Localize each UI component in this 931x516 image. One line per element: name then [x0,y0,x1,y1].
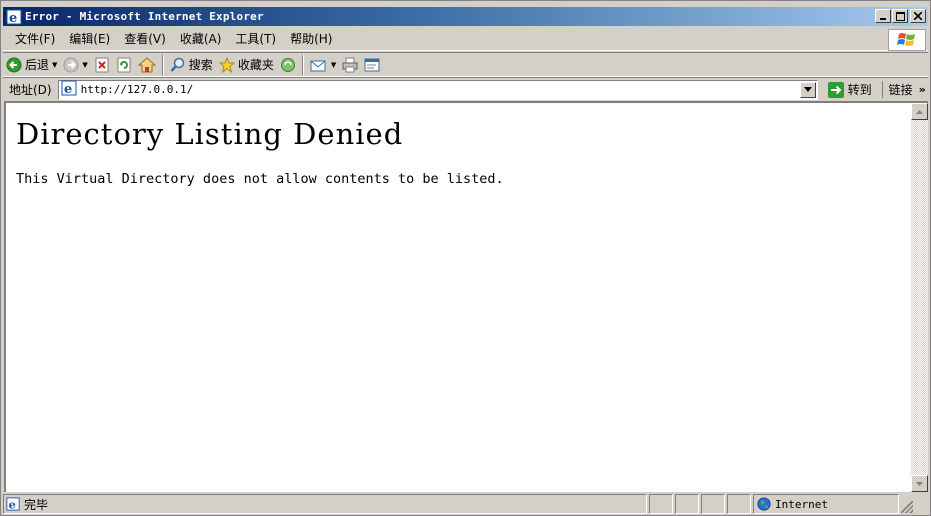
address-bar: 地址(D) e http://127.0.0.1/ 转到 链接 » [3,77,928,101]
go-button[interactable]: 转到 [824,81,876,98]
menu-favorites[interactable]: 收藏(A) [174,30,230,49]
scroll-up-icon [916,109,923,114]
star-icon [218,56,235,73]
svg-text:e: e [9,497,16,511]
address-input[interactable]: e http://127.0.0.1/ [57,79,818,100]
address-value[interactable]: http://127.0.0.1/ [81,83,194,96]
refresh-icon [117,57,131,72]
minimize-button[interactable] [875,9,891,23]
forward-dropdown-icon[interactable]: ▼ [82,61,87,69]
back-dropdown-icon[interactable]: ▼ [52,61,57,69]
favorites-label: 收藏夹 [237,58,274,72]
page-message: This Virtual Directory does not allow co… [16,171,504,187]
window-controls [874,9,926,23]
home-icon [137,56,156,72]
links-label: 链接 [888,83,913,97]
menu-help[interactable]: 帮助(H) [284,30,340,49]
svg-text:e: e [64,82,72,96]
search-icon [170,57,185,72]
stop-icon [95,57,109,72]
menu-file[interactable]: 文件(F) [9,30,63,49]
address-dropdown-button[interactable] [799,81,816,98]
status-cell [727,494,751,514]
maximize-button[interactable] [892,9,908,23]
edit-page-icon [364,58,380,71]
menu-view[interactable]: 查看(V) [118,30,174,49]
forward-button[interactable]: ▼ [60,54,90,76]
mail-icon [310,60,326,71]
minimize-icon [880,18,886,20]
scroll-down-icon [916,481,923,486]
scroll-down-button[interactable] [911,475,928,492]
links-button[interactable]: 链接 » [881,81,926,98]
status-cell [649,494,673,514]
search-button[interactable]: 搜索 [167,54,216,76]
page-done-icon: e [6,497,20,511]
ie-icon: e [6,9,22,25]
status-bar: e 完毕 Internet [3,493,928,515]
refresh-button[interactable] [113,54,135,76]
page-heading: Directory Listing Denied [16,117,404,151]
status-cell [675,494,699,514]
forward-arrow-icon [63,57,79,72]
back-arrow-icon [6,57,22,72]
window-title: Error - Microsoft Internet Explorer [25,10,264,23]
page-icon: e [61,80,77,99]
status-cell [701,494,725,514]
browser-window: e Error - Microsoft Internet Explorer 文件… [0,0,931,516]
toolbar-separator [161,54,164,75]
search-label: 搜索 [188,58,213,72]
status-text: 完毕 [24,497,49,512]
stop-button[interactable] [91,54,113,76]
close-button[interactable] [910,9,926,23]
close-icon [914,12,922,20]
toolbar-separator [301,54,304,75]
home-button[interactable] [135,54,159,76]
title-bar[interactable]: e Error - Microsoft Internet Explorer [3,7,928,26]
chevron-right-icon[interactable]: » [919,83,926,96]
back-label: 后退 [25,58,50,72]
page-viewport: Directory Listing Denied This Virtual Di… [4,101,928,492]
media-button[interactable] [277,54,299,76]
mail-button[interactable]: ▼ [307,54,339,76]
chevron-down-icon [803,87,812,92]
go-label: 转到 [847,83,872,97]
standard-toolbar: 后退 ▼ ▼ 搜索 收藏夹 ▼ [3,52,928,77]
back-button[interactable]: 后退 ▼ [3,54,60,76]
vertical-scrollbar[interactable] [911,103,928,492]
menu-tools[interactable]: 工具(T) [229,30,284,49]
menu-bar: 文件(F) 编辑(E) 查看(V) 收藏(A) 工具(T) 帮助(H) [3,28,928,51]
mail-dropdown-icon[interactable]: ▼ [331,61,336,69]
edit-button[interactable] [361,54,383,76]
resize-grip[interactable] [901,501,913,513]
go-arrow-icon [827,81,844,98]
address-label: 地址(D) [9,83,52,97]
favorites-button[interactable]: 收藏夹 [216,54,277,76]
security-zone[interactable]: Internet [753,494,899,514]
page-content: Directory Listing Denied This Virtual Di… [16,117,896,187]
scroll-up-button[interactable] [911,103,928,120]
printer-icon [342,57,358,72]
menu-edit[interactable]: 编辑(E) [63,30,118,49]
media-icon [280,57,295,72]
globe-icon [757,497,771,511]
windows-logo-icon [888,29,926,51]
status-panel: e 完毕 [3,494,647,514]
maximize-icon [895,11,905,21]
print-button[interactable] [339,54,361,76]
zone-label: Internet [775,497,828,511]
svg-text:e: e [9,11,17,25]
